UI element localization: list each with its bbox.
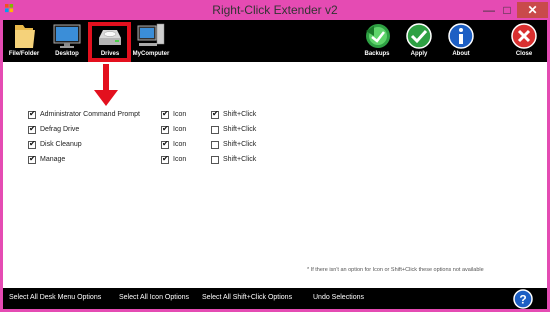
mycomputer-button[interactable]: MyComputer: [131, 20, 171, 62]
close-button[interactable]: Close: [506, 20, 542, 62]
icon-label: Icon: [173, 141, 187, 148]
shift-click-label: Shift+Click: [223, 141, 257, 148]
select-all-shift-click-button[interactable]: Select All Shift+Click Options: [202, 294, 292, 301]
option-checkbox[interactable]: [28, 139, 36, 149]
icon-checkbox[interactable]: [161, 139, 169, 149]
icon-label: Icon: [173, 111, 187, 118]
option-label: Manage: [40, 156, 66, 163]
window-title: Right-Click Extender v2: [212, 3, 338, 17]
select-all-desk-menu-button[interactable]: Select All Desk Menu Options: [9, 294, 101, 301]
desktop-button[interactable]: Desktop: [47, 20, 87, 62]
bottom-bar: Select All Desk Menu Options Select All …: [3, 288, 547, 309]
close-label: Close: [515, 51, 533, 57]
help-label: ?: [519, 293, 526, 307]
maximize-button[interactable]: □: [500, 2, 514, 18]
window-close-button[interactable]: ✕: [517, 2, 548, 18]
icon-checkbox[interactable]: [161, 124, 169, 134]
icon-checkbox[interactable]: [161, 154, 169, 164]
info-icon: [448, 23, 474, 49]
option-checkbox[interactable]: [28, 154, 36, 164]
shift-click-checkbox[interactable]: [211, 156, 219, 164]
shift-click-checkbox[interactable]: [211, 109, 219, 119]
undo-selections-button[interactable]: Undo Selections: [313, 294, 364, 301]
shift-click-label: Shift+Click: [223, 156, 257, 163]
option-label: Administrator Command Prompt: [40, 111, 140, 118]
shift-click-checkbox[interactable]: [211, 141, 219, 149]
backups-button[interactable]: Backups: [359, 20, 395, 62]
shift-click-checkbox[interactable]: [211, 126, 219, 134]
close-icon: [511, 23, 537, 49]
about-label: About: [452, 51, 470, 57]
drives-highlight-box: [88, 22, 131, 62]
folder-icon: [15, 25, 35, 48]
minimize-button[interactable]: —: [482, 2, 496, 18]
file-folder-label: File/Folder: [8, 51, 40, 57]
desktop-label: Desktop: [55, 51, 79, 57]
backups-label: Backups: [364, 51, 390, 57]
backup-icon: [366, 24, 390, 48]
title-bar: Right-Click Extender v2 — □ ✕: [0, 0, 550, 20]
computer-icon: [137, 23, 165, 46]
help-icon[interactable]: ?: [513, 289, 533, 309]
arrow-down-icon: [94, 64, 118, 106]
about-button[interactable]: About: [443, 20, 479, 62]
option-checkbox[interactable]: [28, 124, 36, 134]
file-folder-button[interactable]: File/Folder: [5, 20, 43, 62]
option-label: Defrag Drive: [40, 126, 80, 133]
icon-label: Icon: [173, 126, 187, 133]
icon-label: Icon: [173, 156, 187, 163]
options-panel: Administrator Command Prompt Icon Shift+…: [3, 62, 547, 288]
toolbar: File/Folder Desktop Drives MyComputer Ba…: [3, 20, 547, 62]
select-all-icon-button[interactable]: Select All Icon Options: [119, 294, 189, 301]
option-checkbox[interactable]: [28, 109, 36, 119]
availability-note: * If there isn't an option for Icon or S…: [307, 267, 484, 273]
mycomputer-label: MyComputer: [132, 51, 170, 57]
option-label: Disk Cleanup: [40, 141, 82, 148]
monitor-icon: [53, 24, 81, 48]
icon-checkbox[interactable]: [161, 109, 169, 119]
checkmark-icon: [406, 23, 432, 49]
apply-button[interactable]: Apply: [401, 20, 437, 62]
shift-click-label: Shift+Click: [223, 126, 257, 133]
apply-label: Apply: [410, 51, 428, 57]
shift-click-label: Shift+Click: [223, 111, 257, 118]
